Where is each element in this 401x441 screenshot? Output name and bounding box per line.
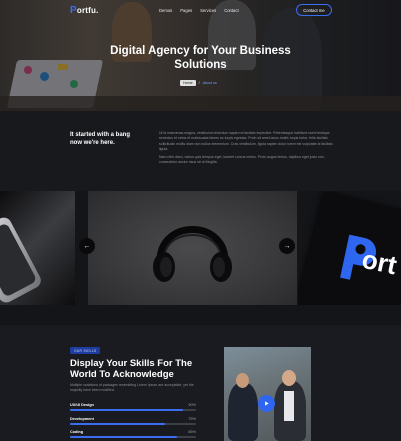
skill-percent: 75% bbox=[188, 417, 196, 421]
image-gallery: ort bbox=[0, 191, 401, 325]
breadcrumb-home[interactable]: Home bbox=[180, 80, 196, 86]
skill-progress-track bbox=[70, 436, 196, 438]
skills-title: Display Your Skills For The World To Ack… bbox=[70, 358, 193, 380]
arrow-left-icon: ← bbox=[83, 242, 91, 250]
skill-progress-track bbox=[70, 409, 196, 411]
logo-text: ortfu. bbox=[76, 6, 99, 15]
gallery-prev-button[interactable]: ← bbox=[79, 238, 95, 254]
video-shirt bbox=[284, 391, 294, 421]
intro-section: It started with a bang now we're here. U… bbox=[0, 111, 401, 191]
video-person-right-head bbox=[282, 370, 296, 386]
skills-description: Multiple variations of packages resembli… bbox=[70, 383, 194, 392]
skill-label: Coding bbox=[70, 430, 84, 434]
logo-mark: P bbox=[70, 5, 77, 16]
video-thumbnail[interactable] bbox=[224, 347, 311, 441]
skill-progress-track bbox=[70, 423, 196, 425]
headphones-image bbox=[153, 226, 232, 282]
gallery-next-button[interactable]: → bbox=[279, 238, 295, 254]
skill-percent: 85% bbox=[188, 430, 196, 434]
menu-item-contact[interactable]: Contact bbox=[224, 8, 238, 13]
top-nav: Portfu. Demos Pages Services Contact Con… bbox=[0, 0, 401, 22]
skill-progress-fill bbox=[70, 409, 184, 411]
video-play-button[interactable] bbox=[258, 395, 275, 412]
skill-label: UX/UI Design bbox=[70, 403, 94, 407]
skill-progress-fill bbox=[70, 423, 165, 425]
skills-section: OUR SKILLS Display Your Skills For The W… bbox=[0, 325, 401, 441]
skill-coding: Coding 85% bbox=[70, 430, 196, 438]
page: Portfu. Demos Pages Services Contact Con… bbox=[0, 0, 401, 441]
arrow-right-icon: → bbox=[283, 242, 291, 250]
breadcrumb: Home / About us bbox=[180, 80, 217, 86]
menu-item-services[interactable]: Services bbox=[200, 8, 216, 13]
intro-paragraph-2: Nam nibh diam, varius quis tempus eget, … bbox=[159, 155, 325, 165]
intro-paragraph-1: Ut id maecenas magna, vestibulum interdu… bbox=[159, 131, 333, 151]
skill-percent: 90% bbox=[188, 403, 196, 407]
breadcrumb-separator: / bbox=[198, 81, 200, 85]
hero-title: Digital Agency for Your Business Solutio… bbox=[110, 45, 291, 71]
main-menu: Demos Pages Services Contact bbox=[159, 8, 239, 13]
video-person-left-head bbox=[236, 373, 249, 388]
gallery-slide-brand[interactable]: ort bbox=[298, 191, 401, 305]
skills-badge: OUR SKILLS bbox=[70, 347, 101, 354]
skill-label: Development bbox=[70, 417, 94, 421]
menu-item-pages[interactable]: Pages bbox=[180, 8, 192, 13]
logo[interactable]: Portfu. bbox=[70, 5, 99, 16]
skill-ux-ui-design: UX/UI Design 90% bbox=[70, 403, 196, 411]
gallery-slide-phone[interactable] bbox=[0, 191, 75, 305]
hero-banner: Portfu. Demos Pages Services Contact Con… bbox=[0, 0, 401, 111]
intro-heading: It started with a bang now we're here. bbox=[70, 132, 131, 146]
play-icon bbox=[265, 401, 269, 406]
menu-item-demos[interactable]: Demos bbox=[159, 8, 172, 13]
skill-progress-fill bbox=[70, 436, 178, 438]
intro-text: Ut id maecenas magna, vestibulum interdu… bbox=[159, 131, 339, 169]
video-person-left bbox=[228, 383, 258, 441]
breadcrumb-current: About us bbox=[202, 81, 217, 85]
gallery-slide-headphones[interactable] bbox=[88, 191, 297, 305]
skill-development: Development 75% bbox=[70, 417, 196, 425]
contact-me-button[interactable]: Contact me bbox=[296, 4, 332, 16]
